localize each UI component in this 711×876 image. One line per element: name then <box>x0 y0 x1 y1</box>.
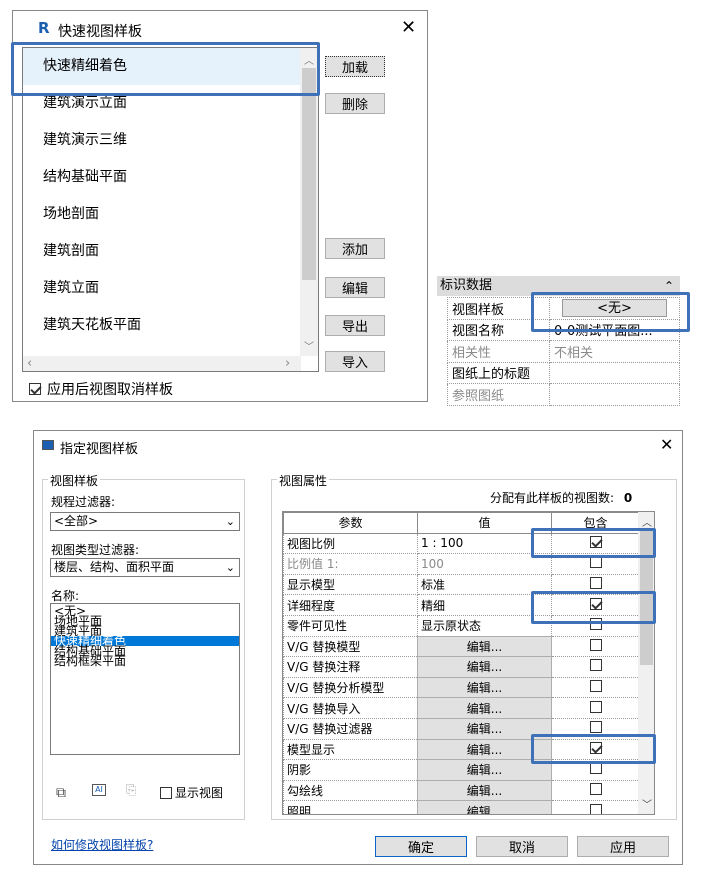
param-cell: V/G 替换模型 <box>283 635 418 658</box>
apply-button[interactable]: 应用 <box>577 836 669 857</box>
include-checkbox[interactable] <box>589 783 602 796</box>
name-list-item[interactable]: 结构框架平面 <box>51 655 239 667</box>
template-list-item[interactable]: 建筑演示三维 <box>23 122 300 159</box>
param-cell: 零件可见性 <box>283 614 418 637</box>
table-row[interactable]: 照明 编辑... <box>283 800 640 814</box>
delete-button[interactable]: 删除 <box>325 93 385 114</box>
checkbox-icon[interactable] <box>29 383 41 395</box>
assign-template-dialog: 指定视图样板 ✕ 视图样板 规程过滤器: <全部> ⌄ 视图类型过滤器: 楼层、… <box>33 430 683 865</box>
param-cell: 阴影 <box>283 759 418 781</box>
highlight-box <box>531 292 690 332</box>
checkbox-label: 应用后视图取消样板 <box>47 382 173 398</box>
include-cell[interactable] <box>551 635 640 658</box>
include-cell[interactable] <box>551 656 640 678</box>
view-count: 分配有此样板的视图数: 0 <box>490 491 633 505</box>
include-checkbox[interactable] <box>589 721 602 734</box>
name-label: 名称: <box>51 589 80 603</box>
value-cell[interactable]: 编辑... <box>417 676 552 699</box>
include-checkbox[interactable] <box>589 803 602 814</box>
param-cell: V/G 替换导入 <box>283 697 418 719</box>
prop-value <box>549 383 680 406</box>
discipline-select[interactable]: <全部> ⌄ <box>50 512 240 531</box>
scroll-thumb[interactable] <box>302 68 316 280</box>
table-row[interactable]: V/G 替换导入 编辑... <box>283 697 640 719</box>
table-row[interactable]: 勾绘线 编辑... <box>283 779 640 802</box>
delete-template-icon[interactable]: ⎘ <box>126 783 136 798</box>
close-icon[interactable]: ✕ <box>660 435 673 454</box>
highlight-box <box>531 734 656 764</box>
export-button[interactable]: 导出 <box>325 315 385 336</box>
param-cell: 模型显示 <box>283 738 418 761</box>
dialog-title: 快速视图样板 <box>58 24 142 40</box>
app-logo-icon: R <box>38 19 50 37</box>
prop-key: 相关性 <box>447 340 550 363</box>
viewtype-label: 视图类型过滤器: <box>51 543 140 557</box>
group-title: 视图样板 <box>48 472 101 489</box>
param-cell: 视图比例 <box>283 532 418 555</box>
template-list-item[interactable]: 建筑剖面 <box>23 233 300 270</box>
dialog-app-icon <box>42 440 54 450</box>
include-cell[interactable] <box>551 779 640 802</box>
chevron-down-icon: ⌄ <box>225 515 235 528</box>
value-cell[interactable]: 编辑... <box>417 635 552 658</box>
param-cell: 照明 <box>283 800 418 814</box>
ok-button[interactable]: 确定 <box>375 836 467 857</box>
add-button[interactable]: 添加 <box>325 238 385 259</box>
include-checkbox[interactable] <box>589 577 602 590</box>
include-checkbox[interactable] <box>589 556 602 569</box>
rename-icon[interactable]: AI <box>92 784 106 796</box>
value-cell[interactable]: 编辑... <box>417 779 552 802</box>
param-cell: V/G 替换分析模型 <box>283 676 418 699</box>
show-views-checkbox[interactable]: 显示视图 <box>160 784 223 801</box>
param-cell: V/G 替换过滤器 <box>283 717 418 740</box>
table-row[interactable]: V/G 替换注释 编辑... <box>283 656 640 678</box>
table-row[interactable]: V/G 替换分析模型 编辑... <box>283 676 640 699</box>
param-cell: V/G 替换注释 <box>283 656 418 678</box>
col-header-param[interactable]: 参数 <box>283 512 418 534</box>
include-checkbox[interactable] <box>589 700 602 713</box>
horizontal-scrollbar[interactable]: ‹ › <box>23 356 301 371</box>
prop-key: 参照图纸 <box>447 383 550 406</box>
template-list-item[interactable]: 场地剖面 <box>23 196 300 233</box>
prop-value[interactable] <box>549 361 680 384</box>
param-cell: 勾绘线 <box>283 779 418 802</box>
discipline-label: 规程过滤器: <box>51 495 116 509</box>
template-list-item[interactable]: 结构基础平面 <box>23 159 300 196</box>
chevron-down-icon: ⌄ <box>225 561 235 574</box>
param-cell: 详细程度 <box>283 594 418 616</box>
name-list[interactable]: <无> 场地平面 建筑平面 快速精细着色 结构基础平面 结构框架平面 <box>50 603 240 755</box>
cancel-button[interactable]: 取消 <box>476 836 568 857</box>
help-link[interactable]: 如何修改视图样板? <box>51 836 153 853</box>
value-cell[interactable]: 编辑... <box>417 656 552 678</box>
template-list-item[interactable]: 建筑立面 <box>23 270 300 307</box>
group-title: 视图属性 <box>277 472 330 489</box>
table-row[interactable]: V/G 替换模型 编辑... <box>283 635 640 658</box>
import-button[interactable]: 导入 <box>325 351 385 372</box>
edit-button[interactable]: 编辑 <box>325 277 385 298</box>
include-checkbox[interactable] <box>589 680 602 693</box>
include-checkbox[interactable] <box>589 659 602 672</box>
param-cell: 比例值 1: <box>283 553 418 575</box>
dialog-title: 指定视图样板 <box>60 442 139 457</box>
include-cell[interactable] <box>551 676 640 699</box>
include-checkbox[interactable] <box>589 762 602 775</box>
value-cell[interactable]: 编辑... <box>417 800 552 814</box>
viewtype-select[interactable]: 楼层、结构、面积平面 ⌄ <box>50 558 240 577</box>
include-cell[interactable] <box>551 800 640 814</box>
load-button[interactable]: 加载 <box>325 56 385 77</box>
highlight-box <box>11 42 320 96</box>
highlight-box <box>531 528 656 558</box>
prop-key: 图纸上的标题 <box>447 361 550 384</box>
close-icon[interactable]: ✕ <box>401 17 416 38</box>
remove-template-checkbox[interactable]: 应用后视图取消样板 <box>29 379 173 399</box>
value-cell[interactable]: 编辑... <box>417 697 552 719</box>
checkbox-icon[interactable] <box>160 786 172 799</box>
param-cell: 显示模型 <box>283 573 418 596</box>
template-list-item[interactable]: 建筑天花板平面 <box>23 307 300 344</box>
duplicate-icon[interactable]: ⧉ <box>56 785 66 801</box>
include-checkbox[interactable] <box>589 638 602 651</box>
prop-value: 不相关 <box>549 340 680 363</box>
highlight-box <box>531 591 656 624</box>
include-cell[interactable] <box>551 697 640 719</box>
